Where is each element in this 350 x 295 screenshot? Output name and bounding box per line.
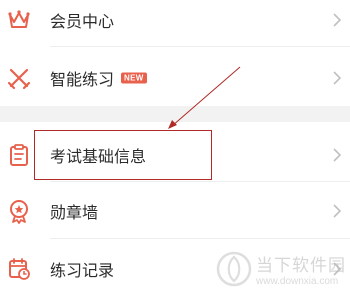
menu-item-member-center[interactable]: 会员中心 [0, 0, 350, 46]
calendar-clock-icon [9, 258, 30, 280]
menu-item-smart-practice[interactable]: 智能练习 NEW [0, 52, 350, 104]
divider [50, 46, 350, 47]
menu-item-label: 勋章墙 [50, 203, 99, 222]
highlight-box [34, 130, 212, 180]
medal-icon [10, 200, 28, 224]
chevron-right-icon [333, 71, 342, 85]
clipboard-icon [10, 144, 28, 166]
menu-item-medal-wall[interactable]: 勋章墙 [0, 185, 350, 237]
chevron-right-icon [333, 148, 342, 162]
watermark-title: 当下软件园 [256, 256, 346, 276]
menu-item-label: 智能练习 [50, 70, 115, 89]
divider [50, 238, 350, 239]
new-badge: NEW [121, 72, 147, 84]
watermark-logo-icon [216, 251, 252, 287]
divider [50, 181, 350, 182]
menu-item-label: 会员中心 [50, 12, 115, 31]
chevron-right-icon [333, 204, 342, 218]
watermark: 当下软件园 www.downxia.com [216, 251, 346, 287]
watermark-url: www.downxia.com [256, 276, 339, 287]
menu-item-label: 练习记录 [50, 261, 115, 280]
section-gap [0, 106, 350, 122]
crossed-swords-icon [7, 68, 31, 90]
chevron-right-icon [333, 13, 342, 27]
crown-icon [8, 10, 30, 28]
